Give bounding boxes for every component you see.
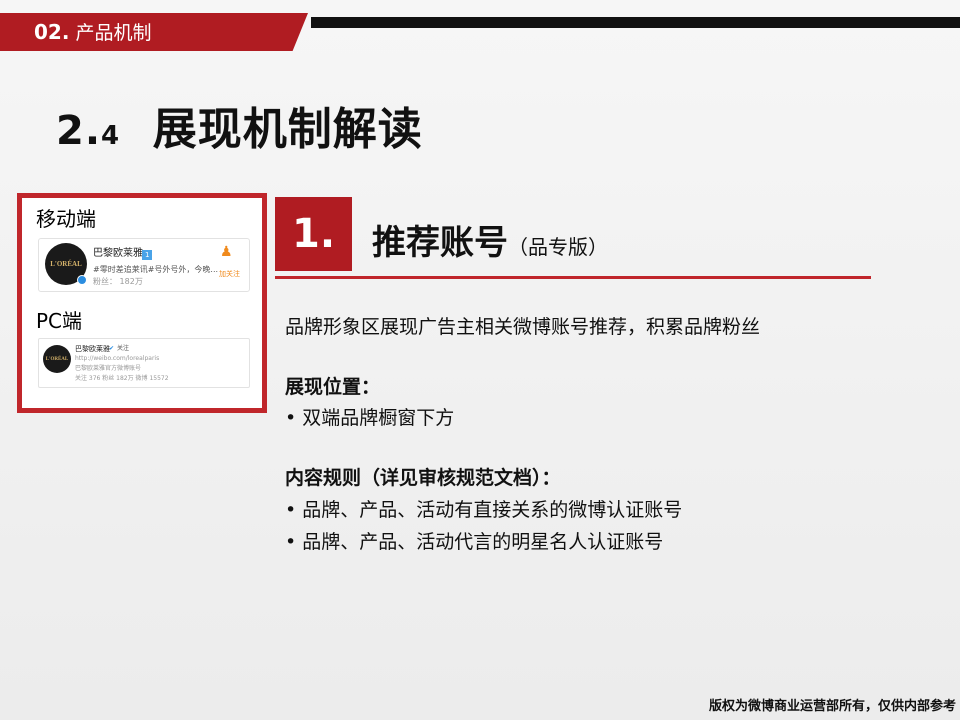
rules-item: • 品牌、产品、活动代言的明星名人认证账号 [285, 531, 664, 553]
account-desc: 巴黎欧莱雅官方微博账号 [75, 365, 142, 372]
level-badge: 1 [142, 250, 153, 260]
intro-text: 品牌形象区展现广告主相关微博账号推荐，积累品牌粉丝 [285, 316, 761, 338]
header-bar [311, 17, 960, 28]
section-title: 推荐账号（品专版） [372, 223, 608, 263]
section-number: 02. [34, 20, 70, 44]
pc-account-card: L'ORÉAL 巴黎欧莱雅 ✔ 关注 http://weibo.com/lore… [38, 338, 250, 388]
account-name: 巴黎欧莱雅 [93, 248, 143, 259]
account-desc: #零时差追莱讯#号外号外，今晚... [93, 265, 219, 274]
title-num-minor: 4 [101, 121, 121, 151]
person-add-icon[interactable]: ♟ [220, 245, 233, 259]
position-heading: 展现位置： [285, 376, 381, 398]
position-item: • 双端品牌橱窗下方 [285, 407, 455, 429]
section-number-box: 1. [275, 197, 352, 271]
verified-icon [77, 275, 87, 285]
title-text: 展现机制解读 [152, 104, 423, 155]
copyright-footer: 版权为微博商业运营部所有，仅供内部参考 [708, 699, 956, 714]
section-subtitle: （品专版） [508, 235, 608, 259]
section-divider [275, 276, 871, 279]
page-title: 2.4 展现机制解读 [56, 100, 423, 166]
rules-heading: 内容规则（详见审核规范文档）： [285, 467, 561, 489]
mobile-label: 移动端 [36, 207, 96, 231]
fans-count: 粉丝： 182万 [93, 277, 143, 286]
pc-label: PC端 [36, 309, 83, 333]
verified-icon: ✔ [109, 345, 115, 352]
account-stats: 关注 376 粉丝 182万 微博 15572 [75, 375, 169, 382]
section-name: 产品机制 [75, 22, 152, 44]
account-name: 巴黎欧莱雅 [75, 345, 110, 353]
follow-button[interactable]: 加关注 [219, 269, 240, 279]
account-url[interactable]: http://weibo.com/lorealparis [75, 354, 159, 364]
brand-logo: L'ORÉAL [43, 345, 71, 373]
title-num-major: 2. [56, 108, 102, 154]
rules-item: • 品牌、产品、活动有直接关系的微博认证账号 [285, 499, 683, 521]
mobile-account-card: L'ORÉAL 巴黎欧莱雅 1 #零时差追莱讯#号外号外，今晚... 粉丝： 1… [38, 238, 250, 292]
section-header-label: 02. 产品机制 [34, 17, 152, 47]
follow-tag[interactable]: 关注 [117, 344, 129, 354]
